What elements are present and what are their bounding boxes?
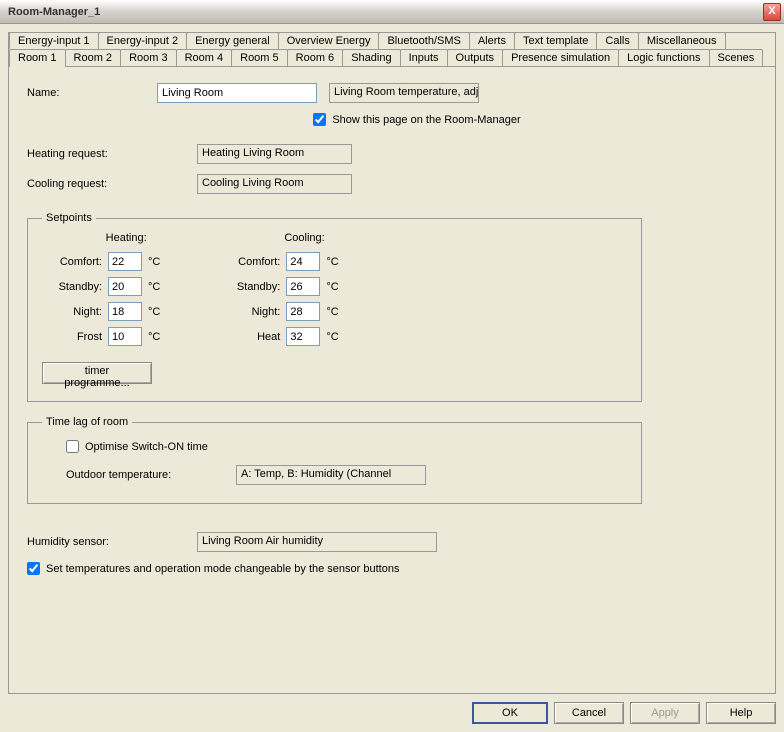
timer-programme-button[interactable]: timer programme... bbox=[42, 362, 152, 384]
tab-energy-input-2[interactable]: Energy-input 2 bbox=[98, 32, 188, 49]
sensor-buttons-checkbox[interactable] bbox=[27, 562, 40, 575]
outdoor-temp-box[interactable]: A: Temp, B: Humidity (Channel bbox=[236, 465, 426, 485]
heating-sp-label: Night: bbox=[42, 306, 102, 318]
row-showpage: Show this page on the Room-Manager bbox=[77, 113, 757, 126]
unit-label: °C bbox=[148, 256, 160, 268]
cooling-sp-label: Heat bbox=[220, 331, 280, 343]
showpage-label: Show this page on the Room-Manager bbox=[332, 114, 520, 126]
cooling-sp-row: Comfort: °C bbox=[220, 252, 338, 271]
cooling-sp-input[interactable] bbox=[286, 302, 320, 321]
unit-label: °C bbox=[326, 281, 338, 293]
titlebar: Room-Manager_1 X bbox=[0, 0, 784, 24]
ok-button[interactable]: OK bbox=[472, 702, 548, 724]
cooling-sp-label: Standby: bbox=[220, 281, 280, 293]
tab-room-5[interactable]: Room 5 bbox=[231, 49, 288, 66]
heating-sp-label: Standby: bbox=[42, 281, 102, 293]
tab-room-4[interactable]: Room 4 bbox=[176, 49, 233, 66]
label-heating-request: Heating request: bbox=[27, 148, 197, 160]
setpoint-col-heating: Heating: Comfort:°CStandby:°CNight:°CFro… bbox=[42, 232, 160, 352]
tab-calls[interactable]: Calls bbox=[596, 32, 638, 49]
cooling-sp-input[interactable] bbox=[286, 252, 320, 271]
legend-timelag: Time lag of room bbox=[42, 416, 132, 428]
setpoint-heating-header: Heating: bbox=[92, 232, 160, 244]
tab-room-1[interactable]: Room 1 bbox=[9, 49, 66, 67]
window-title: Room-Manager_1 bbox=[4, 6, 100, 18]
tab-inputs[interactable]: Inputs bbox=[400, 49, 448, 66]
unit-label: °C bbox=[148, 281, 160, 293]
label-outdoor-temp: Outdoor temperature: bbox=[66, 469, 236, 481]
tab-content-room1: Name: Living Room temperature, adju Show… bbox=[9, 66, 775, 591]
heating-sp-row: Comfort: °C bbox=[42, 252, 160, 271]
window-body: Energy-input 1Energy-input 2Energy gener… bbox=[0, 24, 784, 732]
button-bar: OK Cancel Apply Help bbox=[8, 694, 776, 724]
fieldset-setpoints: Setpoints Heating: Comfort:°CStandby:°CN… bbox=[27, 212, 642, 402]
tab-room-2[interactable]: Room 2 bbox=[65, 49, 122, 66]
heating-sp-input[interactable] bbox=[108, 277, 142, 296]
help-button[interactable]: Help bbox=[706, 702, 776, 724]
setpoint-col-cooling: Cooling: Comfort:°CStandby:°CNight:°CHea… bbox=[220, 232, 338, 352]
cooling-request-box[interactable]: Cooling Living Room bbox=[197, 174, 352, 194]
tab-logic-functions[interactable]: Logic functions bbox=[618, 49, 709, 66]
row-name: Name: Living Room temperature, adju bbox=[27, 83, 757, 103]
heating-sp-label: Frost bbox=[42, 331, 102, 343]
row-humidity: Humidity sensor: Living Room Air humidit… bbox=[27, 532, 757, 552]
name-desc-box: Living Room temperature, adju bbox=[329, 83, 479, 103]
label-humidity: Humidity sensor: bbox=[27, 536, 197, 548]
apply-button[interactable]: Apply bbox=[630, 702, 700, 724]
humidity-box[interactable]: Living Room Air humidity bbox=[197, 532, 437, 552]
cancel-button[interactable]: Cancel bbox=[554, 702, 624, 724]
heating-request-box[interactable]: Heating Living Room bbox=[197, 144, 352, 164]
tab-overview-energy[interactable]: Overview Energy bbox=[278, 32, 380, 49]
fieldset-timelag: Time lag of room Optimise Switch-ON time… bbox=[27, 416, 642, 504]
optimise-label: Optimise Switch-ON time bbox=[85, 441, 208, 453]
tab-room-6[interactable]: Room 6 bbox=[287, 49, 344, 66]
tab-energy-input-1[interactable]: Energy-input 1 bbox=[9, 32, 99, 49]
heating-sp-label: Comfort: bbox=[42, 256, 102, 268]
cooling-sp-label: Comfort: bbox=[220, 256, 280, 268]
optimise-checkbox[interactable] bbox=[66, 440, 79, 453]
tab-scenes[interactable]: Scenes bbox=[709, 49, 764, 66]
row-heating-request: Heating request: Heating Living Room bbox=[27, 144, 757, 164]
label-cooling-request: Cooling request: bbox=[27, 178, 197, 190]
cooling-sp-row: Heat °C bbox=[220, 327, 338, 346]
unit-label: °C bbox=[326, 306, 338, 318]
tab-presence-simulation[interactable]: Presence simulation bbox=[502, 49, 619, 66]
tab-text-template[interactable]: Text template bbox=[514, 32, 597, 49]
tabs-container: Energy-input 1Energy-input 2Energy gener… bbox=[8, 32, 776, 694]
cooling-sp-input[interactable] bbox=[286, 327, 320, 346]
setpoint-cooling-header: Cooling: bbox=[270, 232, 338, 244]
showpage-checkbox[interactable] bbox=[313, 113, 326, 126]
heating-sp-input[interactable] bbox=[108, 327, 142, 346]
cooling-sp-input[interactable] bbox=[286, 277, 320, 296]
tab-energy-general[interactable]: Energy general bbox=[186, 32, 279, 49]
cooling-sp-row: Standby: °C bbox=[220, 277, 338, 296]
sensor-buttons-label: Set temperatures and operation mode chan… bbox=[46, 563, 399, 575]
unit-label: °C bbox=[148, 331, 160, 343]
heating-sp-row: Standby: °C bbox=[42, 277, 160, 296]
tab-strip: Energy-input 1Energy-input 2Energy gener… bbox=[9, 32, 775, 66]
heating-sp-row: Frost °C bbox=[42, 327, 160, 346]
name-input[interactable] bbox=[157, 83, 317, 103]
label-name: Name: bbox=[27, 87, 157, 99]
tab-room-3[interactable]: Room 3 bbox=[120, 49, 177, 66]
close-icon[interactable]: X bbox=[763, 3, 781, 21]
legend-setpoints: Setpoints bbox=[42, 212, 96, 224]
tab-shading[interactable]: Shading bbox=[342, 49, 400, 66]
unit-label: °C bbox=[148, 306, 160, 318]
tab-miscellaneous[interactable]: Miscellaneous bbox=[638, 32, 726, 49]
heating-sp-input[interactable] bbox=[108, 252, 142, 271]
unit-label: °C bbox=[326, 331, 338, 343]
row-cooling-request: Cooling request: Cooling Living Room bbox=[27, 174, 757, 194]
heating-sp-row: Night: °C bbox=[42, 302, 160, 321]
heating-sp-input[interactable] bbox=[108, 302, 142, 321]
tab-outputs[interactable]: Outputs bbox=[447, 49, 504, 66]
tab-bluetooth-sms[interactable]: Bluetooth/SMS bbox=[378, 32, 469, 49]
unit-label: °C bbox=[326, 256, 338, 268]
tab-alerts[interactable]: Alerts bbox=[469, 32, 515, 49]
cooling-sp-label: Night: bbox=[220, 306, 280, 318]
cooling-sp-row: Night: °C bbox=[220, 302, 338, 321]
